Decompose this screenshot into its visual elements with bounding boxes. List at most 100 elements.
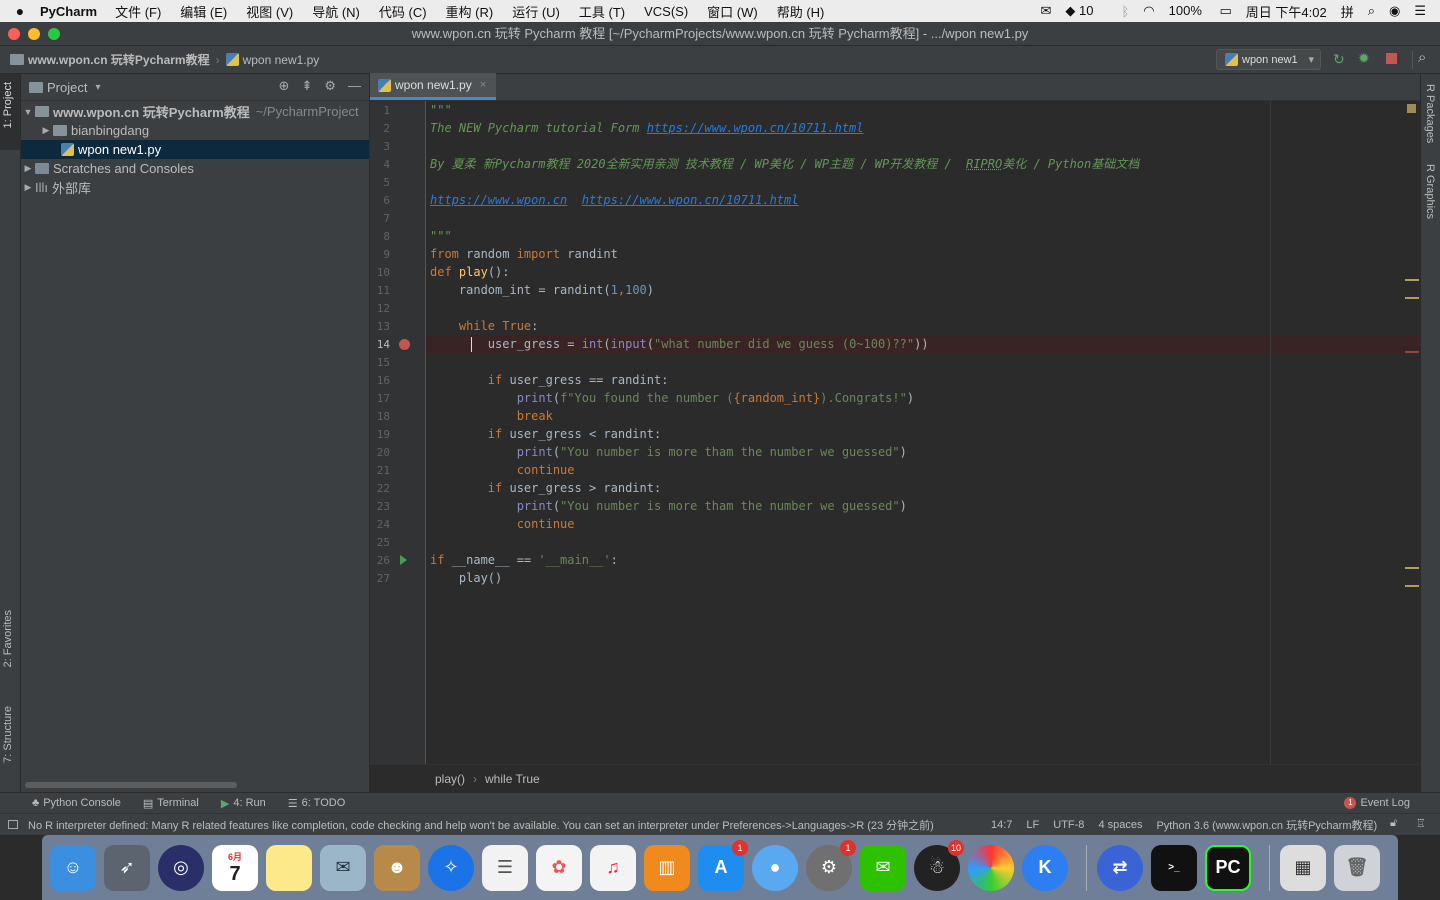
launchpad-icon[interactable]: ➶: [104, 844, 150, 891]
clock[interactable]: 周日 下午4:02: [1246, 2, 1327, 21]
breadcrumb-statement[interactable]: while True: [485, 772, 540, 786]
battery-status[interactable]: 100% ▭: [1169, 3, 1232, 19]
code-area[interactable]: """ The NEW Pycharm tutorial Form https:…: [430, 101, 1406, 764]
tree-item-wpon-new1[interactable]: wpon new1.py: [21, 140, 369, 159]
expand-right-icon[interactable]: ▶: [21, 163, 35, 174]
finder-icon[interactable]: ☺: [50, 844, 96, 891]
notification-center-icon[interactable]: ☰: [1414, 3, 1426, 19]
k-app-icon[interactable]: K: [1022, 844, 1068, 891]
error-stripe-mark[interactable]: [1405, 279, 1419, 281]
menu-edit[interactable]: 编辑 (E): [180, 2, 227, 21]
tree-item-bianbingdang[interactable]: ▶ bianbingdang: [21, 121, 369, 140]
tree-item-root[interactable]: ▼ www.wpon.cn 玩转Pycharm教程 ~/PycharmProje…: [21, 102, 369, 121]
safari-icon[interactable]: ✧: [428, 844, 474, 891]
horizontal-scrollbar[interactable]: [25, 782, 237, 788]
siri-icon[interactable]: ◉: [1389, 3, 1400, 19]
menu-vcs[interactable]: VCS(S): [644, 4, 688, 19]
preview-icon[interactable]: ✉: [320, 844, 366, 891]
wifi-icon[interactable]: ◠: [1143, 3, 1154, 19]
siri-icon[interactable]: ◎: [158, 844, 204, 891]
music-icon[interactable]: ♫: [590, 844, 636, 891]
app-store-icon[interactable]: A1: [698, 839, 748, 891]
panel-toggle-icon[interactable]: [8, 820, 18, 829]
indent-setting[interactable]: 4 spaces: [1098, 819, 1142, 831]
caret-position[interactable]: 14:7: [991, 819, 1012, 831]
run-gutter-icon[interactable]: [400, 555, 407, 565]
menu-refactor[interactable]: 重构 (R): [446, 2, 494, 21]
menu-code[interactable]: 代码 (C): [379, 2, 427, 21]
menu-tools[interactable]: 工具 (T): [579, 2, 625, 21]
books-icon[interactable]: ▥: [644, 844, 690, 891]
error-stripe-mark[interactable]: [1405, 567, 1419, 569]
contacts-icon[interactable]: ☻: [374, 844, 420, 891]
terminal-app-icon[interactable]: >_: [1151, 844, 1197, 891]
editor-tab-wpon-new1[interactable]: wpon new1.py ×: [370, 73, 497, 100]
menu-run[interactable]: 运行 (U): [512, 2, 560, 21]
stop-icon[interactable]: [1386, 53, 1397, 64]
tab-structure[interactable]: 7: Structure: [2, 706, 14, 763]
docstring-link[interactable]: https://www.wpon.cn/10711.html: [647, 121, 864, 135]
run-configuration-select[interactable]: wpon new1 ▾: [1216, 49, 1321, 70]
tab-project[interactable]: 1: Project: [2, 82, 14, 128]
tree-item-scratches[interactable]: ▶ Scratches and Consoles: [21, 159, 369, 178]
run-button[interactable]: ▶ 4: Run: [221, 797, 266, 810]
reminders-icon[interactable]: ☰: [482, 844, 528, 891]
photos-icon[interactable]: ✿: [536, 844, 582, 891]
wechat-icon[interactable]: ✉: [860, 844, 906, 891]
nav-crumb-project[interactable]: www.wpon.cn 玩转Pycharm教程: [28, 51, 210, 68]
close-window-button[interactable]: [8, 28, 20, 40]
search-everywhere-icon[interactable]: ⌕: [1418, 49, 1426, 66]
nav-crumb-file[interactable]: wpon new1.py: [243, 53, 320, 67]
wechat-status-icon[interactable]: ✉: [1040, 3, 1051, 19]
rerun-icon[interactable]: ↻: [1333, 51, 1345, 68]
tree-item-external-libraries[interactable]: ▶ Illı 外部库: [21, 178, 369, 197]
memory-indicator-icon[interactable]: ♖: [1416, 817, 1426, 830]
teamviewer-icon[interactable]: ⇄: [1097, 844, 1143, 891]
qq-icon[interactable]: ☃ 10: [914, 839, 964, 891]
status-message[interactable]: No R interpreter defined: Many R related…: [28, 817, 983, 833]
spotlight-search-icon[interactable]: ⌕: [1368, 3, 1375, 19]
breakpoint-icon[interactable]: [399, 339, 410, 350]
apple-menu-icon[interactable]: ●: [0, 3, 40, 19]
gear-icon[interactable]: ⚙: [324, 78, 336, 94]
breadcrumb-function[interactable]: play(): [435, 772, 465, 786]
calendar-icon[interactable]: 6月 7: [212, 844, 258, 891]
locate-file-icon[interactable]: ⊕: [279, 78, 290, 94]
error-stripe-mark[interactable]: [1405, 585, 1419, 587]
hide-panel-icon[interactable]: —: [348, 78, 361, 94]
messages-icon[interactable]: ●: [752, 844, 798, 891]
error-stripe-mark[interactable]: [1405, 297, 1419, 299]
docstring-link[interactable]: https://www.wpon.cn: [430, 193, 567, 207]
project-view-select[interactable]: Project: [47, 80, 87, 95]
tab-r-graphics[interactable]: R Graphics: [1424, 164, 1436, 219]
close-tab-icon[interactable]: ×: [480, 79, 486, 91]
qq-status-icon[interactable]: ◆ 10: [1065, 3, 1107, 19]
expand-right-icon[interactable]: ▶: [21, 182, 35, 193]
editor-gutter[interactable]: 1 2 3 4 5 6 7 8 9 10 11 12 13 14 15 16 1…: [370, 101, 426, 764]
menu-navigate[interactable]: 导航 (N): [312, 2, 360, 21]
zoom-window-button[interactable]: [48, 28, 60, 40]
lock-icon[interactable]: 🔓︎: [1390, 817, 1397, 830]
python-console-button[interactable]: ♣ Python Console: [32, 797, 121, 809]
expand-right-icon[interactable]: ▶: [39, 125, 53, 136]
tab-favorites[interactable]: 2: Favorites: [2, 610, 14, 667]
error-stripe-mark[interactable]: [1405, 351, 1419, 353]
minimize-window-button[interactable]: [28, 28, 40, 40]
notes-icon[interactable]: [266, 844, 312, 891]
line-separator[interactable]: LF: [1026, 819, 1039, 831]
inspection-status-icon[interactable]: [1407, 104, 1416, 113]
color-app-icon[interactable]: [968, 844, 1014, 891]
menu-file[interactable]: 文件 (F): [115, 2, 161, 21]
menu-view[interactable]: 视图 (V): [246, 2, 293, 21]
chevron-down-icon[interactable]: ▾: [95, 82, 100, 93]
docstring-link[interactable]: https://www.wpon.cn/10711.html: [582, 193, 799, 207]
system-preferences-icon[interactable]: ⚙ 1: [806, 839, 856, 891]
interpreter-selector[interactable]: Python 3.6 (www.wpon.cn 玩转Pycharm教程): [1156, 817, 1377, 833]
menu-window[interactable]: 窗口 (W): [707, 2, 758, 21]
trash-icon[interactable]: 🗑︎: [1334, 844, 1380, 891]
event-log-button[interactable]: 1 Event Log: [1344, 797, 1410, 809]
tab-r-packages[interactable]: R Packages: [1424, 84, 1436, 143]
menu-help[interactable]: 帮助 (H): [777, 2, 825, 21]
debug-bug-icon[interactable]: ✹: [1358, 50, 1370, 67]
downloads-stack-icon[interactable]: ▦: [1280, 844, 1326, 891]
